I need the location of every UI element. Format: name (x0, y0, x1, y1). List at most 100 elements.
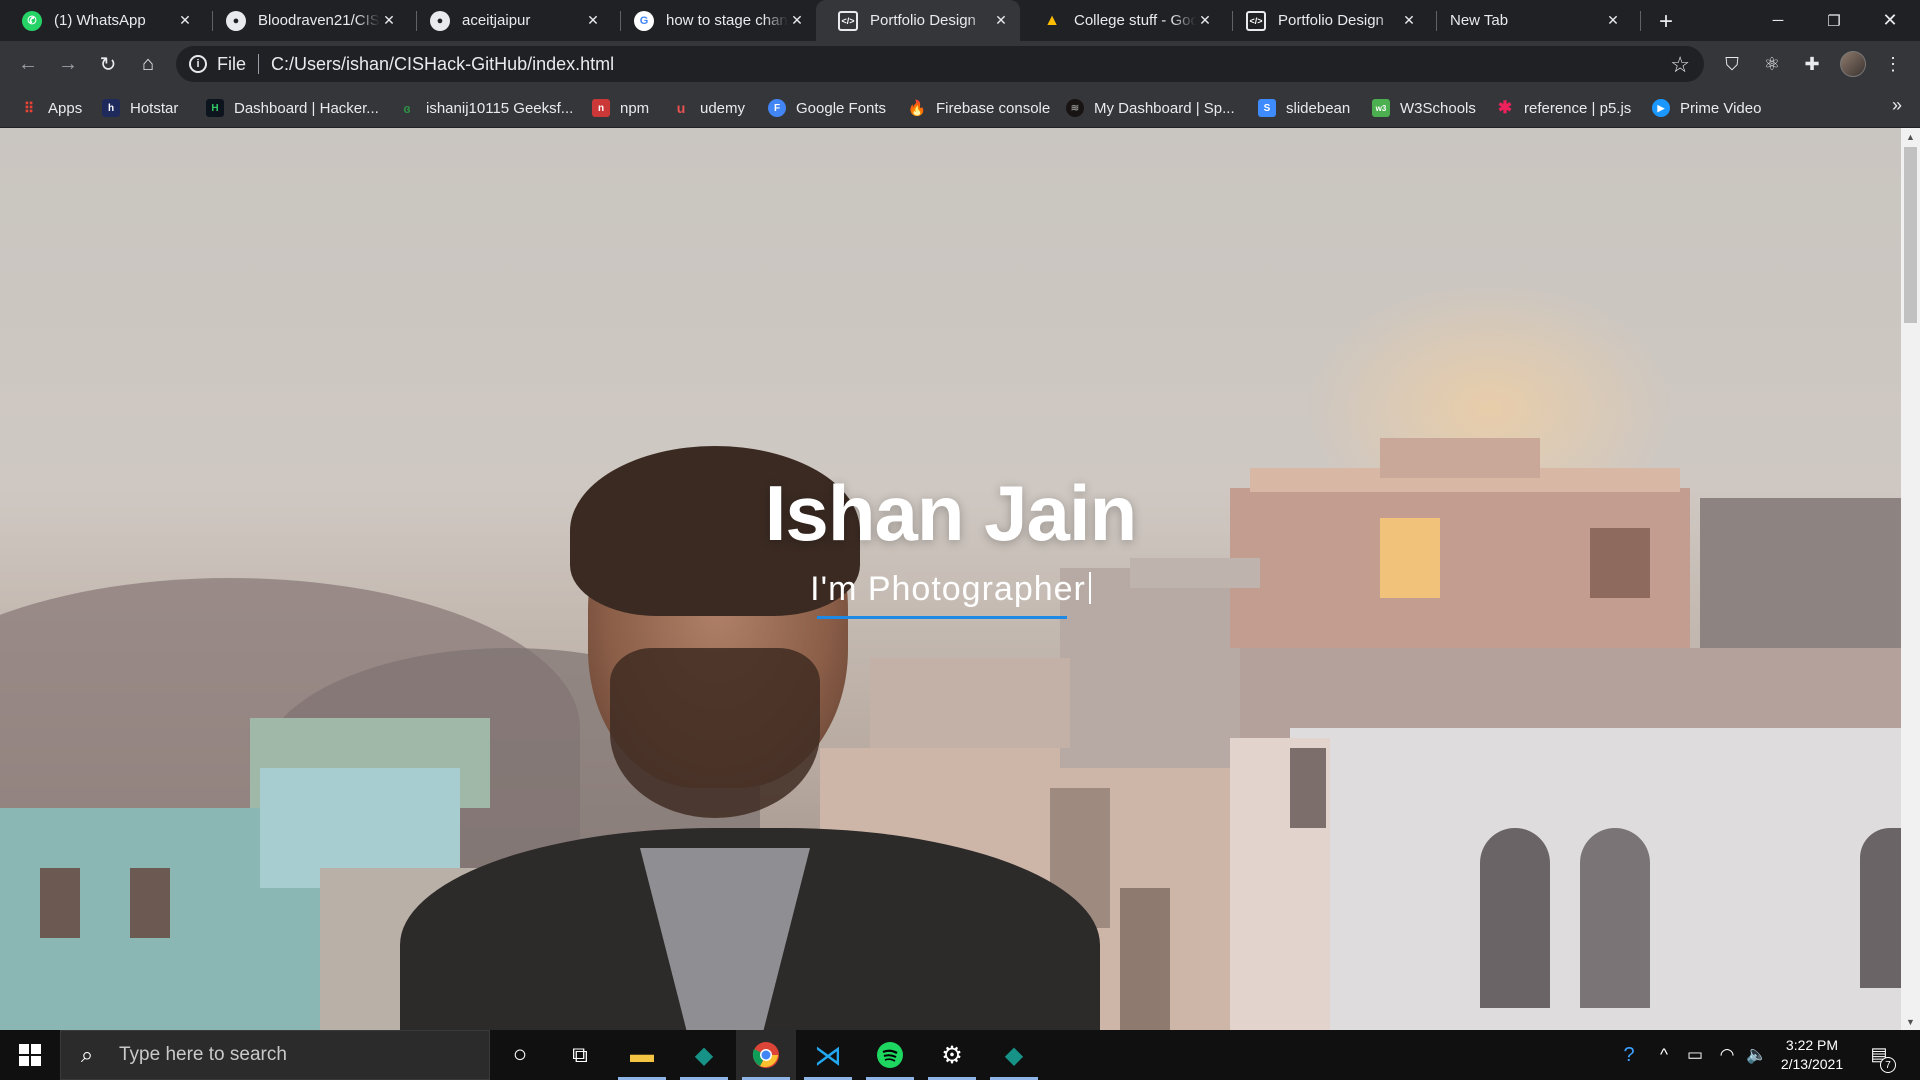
hotstar-icon: h (102, 99, 120, 117)
cortana-icon[interactable]: ○ (490, 1030, 550, 1080)
npm-icon: n (592, 99, 610, 117)
bookmark-firebase[interactable]: 🔥 Firebase console (908, 95, 1051, 121)
task-view-icon[interactable]: ⧉ (550, 1030, 610, 1080)
forward-arrow-icon[interactable]: → (54, 50, 82, 78)
bookmark-w3schools[interactable]: w3 W3Schools (1372, 95, 1476, 121)
close-icon[interactable]: ✕ (584, 12, 602, 30)
bookmark-apps[interactable]: ⠿ Apps (20, 95, 82, 121)
close-icon[interactable]: ✕ (1196, 12, 1214, 30)
gitkraken-icon[interactable]: ◆ (674, 1030, 734, 1080)
close-icon[interactable]: ✕ (1400, 12, 1418, 30)
google-drive-icon: ▲ (1044, 11, 1060, 29)
hero-subtitle: I'm Photographer (0, 570, 1901, 609)
wifi-icon[interactable]: ◠ (1712, 1030, 1742, 1080)
profile-avatar[interactable] (1840, 51, 1866, 77)
close-icon[interactable]: ✕ (380, 12, 398, 30)
bookmark-label: npm (620, 99, 650, 117)
bookmark-slidebean[interactable]: S slidebean (1258, 95, 1350, 121)
file-explorer-icon[interactable]: ▬ (612, 1030, 672, 1080)
bookmarks-bar: ⠿ Apps h Hotstar H Dashboard | Hacker...… (0, 87, 1920, 128)
typing-cursor (1088, 572, 1091, 604)
bookmark-spotify-dashboard[interactable]: ≋ My Dashboard | Sp... (1066, 95, 1235, 121)
reload-icon[interactable]: ↻ (94, 50, 122, 78)
menu-kebab-icon[interactable]: ⋮ (1880, 51, 1906, 77)
close-window-icon[interactable]: ✕ (1862, 0, 1918, 41)
taskbar-search-input[interactable]: ⌕ Type here to search (60, 1030, 490, 1080)
back-arrow-icon[interactable]: ← (14, 50, 42, 78)
tab-title: aceitjaipur (462, 12, 531, 29)
bookmark-p5js[interactable]: ✱ reference | p5.js (1496, 95, 1631, 121)
shield-extension-icon[interactable]: ⛉ (1719, 51, 1745, 77)
p5js-icon: ✱ (1497, 98, 1513, 117)
site-info-icon[interactable]: i (189, 55, 207, 73)
show-hidden-icons-chevron-icon[interactable]: ^ (1650, 1030, 1678, 1080)
address-bar[interactable]: i File C:/Users/ishan/CISHack-GitHub/ind… (176, 46, 1704, 82)
restore-icon[interactable]: ❐ (1806, 0, 1862, 41)
taskbar-clock[interactable]: 3:22 PM 2/13/2021 (1770, 1036, 1854, 1074)
tab-new-tab[interactable]: New Tab ✕ (1428, 0, 1632, 41)
bookmarks-overflow-icon[interactable]: » (1892, 95, 1902, 116)
address-divider (258, 54, 260, 74)
bookmark-label: ishanij10115 Geeksf... (426, 99, 574, 117)
help-icon[interactable]: ? (1614, 1030, 1644, 1080)
close-icon[interactable]: ✕ (176, 12, 194, 30)
tab-portfolio-design[interactable]: </> Portfolio Design ✕ (1224, 0, 1428, 41)
close-icon[interactable]: ✕ (788, 12, 806, 30)
bookmark-prime-video[interactable]: ▶ Prime Video (1652, 95, 1761, 121)
tab-whatsapp[interactable]: ✆ (1) WhatsApp ✕ (0, 0, 204, 41)
extensions-puzzle-icon[interactable]: ✚ (1799, 51, 1825, 77)
bookmark-star-icon[interactable]: ☆ (1670, 52, 1690, 78)
hero-name: Ishan Jain (764, 469, 1137, 557)
minimize-icon[interactable]: ─ (1750, 0, 1806, 41)
bookmark-label: slidebean (1286, 99, 1351, 117)
close-icon[interactable]: ✕ (1604, 12, 1622, 30)
settings-icon[interactable]: ⚙ (922, 1030, 982, 1080)
vscode-icon[interactable]: ⋊ (798, 1030, 858, 1080)
scroll-thumb[interactable] (1904, 147, 1917, 323)
hackerrank-icon: H (206, 99, 224, 117)
bookmark-label: udemy (700, 99, 746, 117)
scroll-down-arrow-icon[interactable]: ▼ (1901, 1013, 1920, 1030)
react-devtools-icon[interactable]: ⚛ (1759, 51, 1785, 77)
close-icon[interactable]: ✕ (992, 12, 1010, 30)
bookmark-geeksforgeeks[interactable]: ɞ ishanij10115 Geeksf... (398, 95, 573, 121)
tab-github-aceitjaipur[interactable]: ● aceitjaipur ✕ (408, 0, 612, 41)
address-url[interactable]: C:/Users/ishan/CISHack-GitHub/index.html (271, 54, 614, 75)
tab-github-cishack[interactable]: ● Bloodraven21/CISHack ✕ (204, 0, 408, 41)
windows-taskbar: ⌕ Type here to search ○ ⧉ ▬ ◆ ⋊ ⚙ ◆ ? ^ … (0, 1030, 1920, 1080)
chrome-icon[interactable] (736, 1030, 796, 1080)
tab-portfolio-design-active[interactable]: </> Portfolio Design ✕ (816, 0, 1020, 41)
windows-start-icon[interactable] (0, 1030, 60, 1080)
scroll-up-arrow-icon[interactable]: ▲ (1901, 128, 1920, 145)
bookmark-label: Hotstar (130, 99, 179, 117)
google-fonts-icon: F (768, 99, 786, 117)
bookmark-npm[interactable]: n npm (592, 95, 649, 121)
apps-grid-icon: ⠿ (23, 99, 35, 116)
page-viewport: Ishan Jain I'm Photographer (0, 128, 1901, 1030)
home-icon[interactable]: ⌂ (134, 50, 162, 78)
clock-date: 2/13/2021 (1780, 1056, 1844, 1072)
page-scrollbar[interactable]: ▲ ▼ (1901, 128, 1920, 1030)
bookmark-label: Firebase console (936, 99, 1051, 117)
tab-google-drive[interactable]: ▲ College stuff - Google Drive ✕ (1020, 0, 1224, 41)
github-icon: ● (430, 10, 450, 31)
bookmark-google-fonts[interactable]: F Google Fonts (768, 95, 886, 121)
tab-title: how to stage changes (666, 12, 788, 29)
gitkraken-icon[interactable]: ◆ (984, 1030, 1044, 1080)
new-tab-plus-icon[interactable]: + (1652, 8, 1680, 36)
bookmark-label: Prime Video (1680, 99, 1762, 117)
bookmark-label: My Dashboard | Sp... (1094, 99, 1235, 117)
volume-icon[interactable]: 🔈 (1742, 1030, 1772, 1080)
tab-title: Portfolio Design (1278, 12, 1384, 29)
spotify-icon[interactable] (860, 1030, 920, 1080)
bookmark-hackerrank[interactable]: H Dashboard | Hacker... (206, 95, 379, 121)
search-icon: ⌕ (80, 1042, 94, 1067)
bookmark-label: Google Fonts (796, 99, 887, 117)
battery-icon[interactable]: ▭ (1680, 1030, 1710, 1080)
code-file-icon: </> (1246, 10, 1266, 31)
slidebean-icon: S (1258, 99, 1276, 117)
bookmark-hotstar[interactable]: h Hotstar (102, 95, 178, 121)
bookmark-udemy[interactable]: u udemy (672, 95, 745, 121)
tab-google-search[interactable]: G how to stage changes ✕ (612, 0, 816, 41)
tab-title: Portfolio Design (870, 12, 976, 29)
